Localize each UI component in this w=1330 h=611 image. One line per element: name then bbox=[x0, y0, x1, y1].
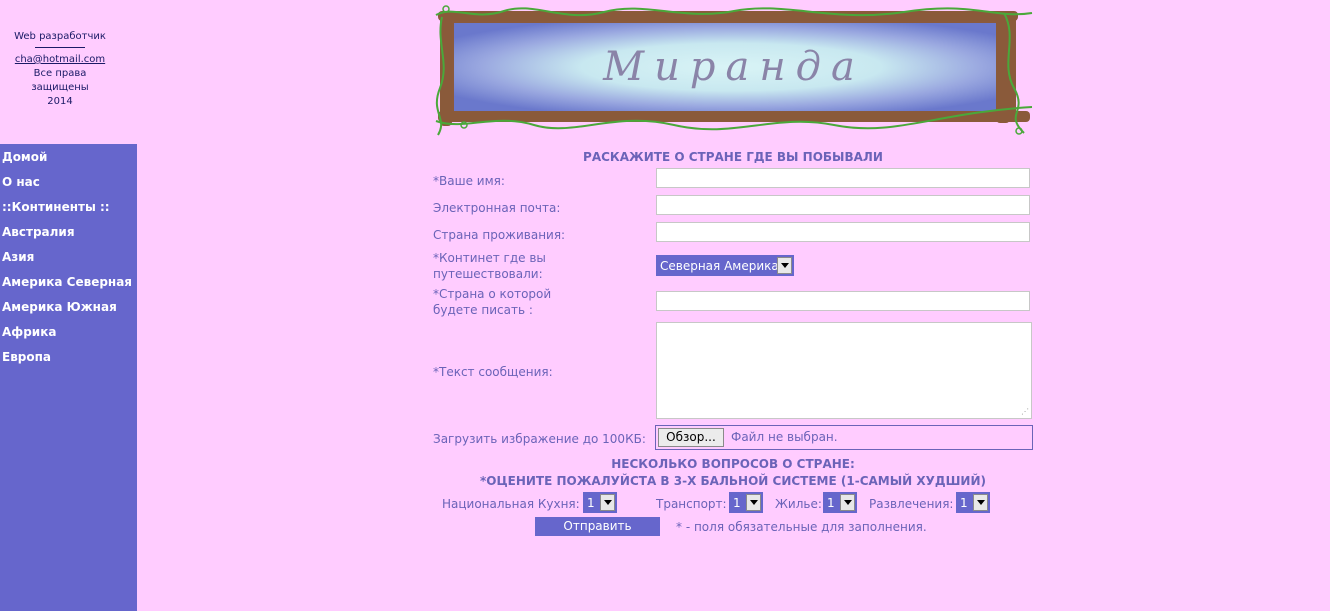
transport-label: Транспорт: bbox=[656, 497, 727, 511]
continent-label-line1: *Континет где вы bbox=[433, 251, 546, 265]
chevron-down-icon bbox=[777, 257, 792, 274]
cuisine-label: Национальная Кухня: bbox=[442, 497, 580, 511]
credits-rights-line1: Все права bbox=[33, 68, 87, 79]
sidebar-item-africa[interactable]: Африка bbox=[0, 319, 137, 344]
sidebar-item-south-america[interactable]: Америка Южная bbox=[0, 294, 137, 319]
entertainment-rating-select[interactable]: 1 bbox=[956, 492, 990, 513]
continent-label-line2: путешествовали: bbox=[433, 267, 543, 281]
credits-year: 2014 bbox=[47, 96, 73, 107]
country-label: Страна проживания: bbox=[433, 228, 566, 242]
credits-email-link[interactable]: cha@hotmail.com bbox=[0, 53, 120, 67]
sidebar-item-asia[interactable]: Азия bbox=[0, 244, 137, 269]
message-label: *Текст сообщения: bbox=[433, 365, 553, 379]
form-title: РАСКАЖИТЕ О СТРАНЕ ГДЕ ВЫ ПОБЫВАЛИ bbox=[583, 150, 883, 164]
chevron-down-icon bbox=[746, 494, 761, 511]
required-fields-note: * - поля обязательные для заполнения. bbox=[676, 520, 927, 534]
credits-divider bbox=[35, 47, 85, 48]
housing-rating-value: 1 bbox=[827, 496, 835, 510]
browse-button[interactable]: Обзор... bbox=[658, 428, 724, 447]
sidebar-item-home[interactable]: Домой bbox=[0, 144, 137, 169]
write-country-label-line1: *Страна о которой bbox=[433, 287, 552, 301]
sidebar-item-australia[interactable]: Австралия bbox=[0, 219, 137, 244]
sidebar-item-continents[interactable]: ::Континенты :: bbox=[0, 194, 137, 219]
cuisine-rating-value: 1 bbox=[587, 496, 595, 510]
questions-heading: НЕСКОЛЬКО ВОПРОСОВ О СТРАНЕ: bbox=[611, 457, 855, 471]
submit-button[interactable]: Отправить bbox=[535, 517, 660, 536]
sidebar-item-europe[interactable]: Европа bbox=[0, 344, 137, 369]
email-label: Электронная почта: bbox=[433, 201, 561, 215]
housing-label: Жилье: bbox=[775, 497, 822, 511]
credits-block: Web разработчик cha@hotmail.com Все прав… bbox=[0, 30, 120, 109]
file-upload-field: Обзор... Файл не выбран. bbox=[655, 425, 1033, 450]
banner-title: Миранда bbox=[602, 44, 865, 90]
message-textarea[interactable]: ⋰ bbox=[656, 322, 1032, 419]
credits-rights-line2: защищены bbox=[31, 82, 89, 93]
continent-select-value: Северная Америка bbox=[660, 259, 779, 273]
chevron-down-icon bbox=[600, 494, 615, 511]
cuisine-rating-select[interactable]: 1 bbox=[583, 492, 617, 513]
sidebar-item-about[interactable]: О нас bbox=[0, 169, 137, 194]
entertainment-label: Развлечения: bbox=[869, 497, 954, 511]
country-input[interactable] bbox=[656, 222, 1030, 242]
email-input[interactable] bbox=[656, 195, 1030, 215]
rating-instructions: *ОЦЕНИТЕ ПОЖАЛУЙСТА В 3-Х БАЛЬНОЙ СИСТЕМ… bbox=[480, 474, 986, 488]
transport-rating-select[interactable]: 1 bbox=[729, 492, 763, 513]
banner-frame-graphic: Миранда bbox=[435, 5, 1033, 136]
continent-select[interactable]: Северная Америка bbox=[656, 255, 794, 276]
name-input[interactable] bbox=[656, 168, 1030, 188]
sidebar-nav: Домой О нас ::Континенты :: Австралия Аз… bbox=[0, 144, 137, 611]
upload-label: Загрузить избражение до 100КБ: bbox=[433, 432, 646, 446]
write-country-label-line2: будете писать : bbox=[433, 303, 533, 317]
housing-rating-select[interactable]: 1 bbox=[823, 492, 857, 513]
site-banner: Миранда bbox=[434, 3, 1034, 143]
write-country-input[interactable] bbox=[656, 291, 1030, 311]
file-status: Файл не выбран. bbox=[731, 430, 838, 444]
resize-grip-icon[interactable]: ⋰ bbox=[1021, 408, 1029, 416]
sidebar-item-north-america[interactable]: Америка Северная bbox=[0, 269, 137, 294]
name-label: *Ваше имя: bbox=[433, 174, 505, 188]
entertainment-rating-value: 1 bbox=[960, 496, 968, 510]
chevron-down-icon bbox=[840, 494, 855, 511]
chevron-down-icon bbox=[973, 494, 988, 511]
transport-rating-value: 1 bbox=[733, 496, 741, 510]
credits-role: Web разработчик bbox=[14, 31, 106, 42]
